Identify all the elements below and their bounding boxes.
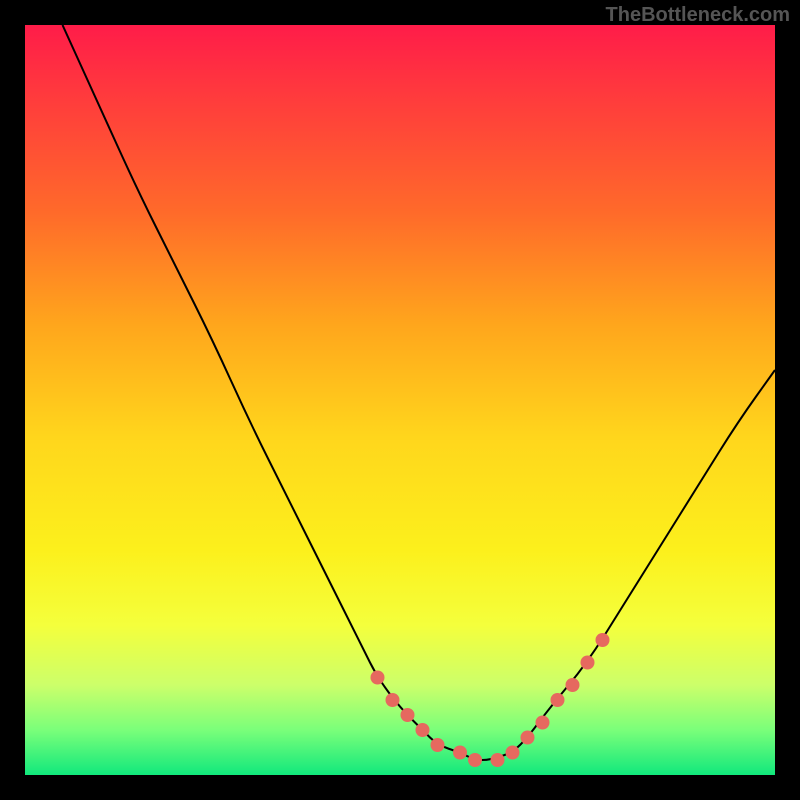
marker-dot — [386, 693, 400, 707]
marker-dot — [491, 753, 505, 767]
marker-dot — [596, 633, 610, 647]
attribution-text: TheBottleneck.com — [606, 4, 790, 27]
marker-dot — [468, 753, 482, 767]
marker-dot — [551, 693, 565, 707]
marker-dot — [521, 731, 535, 745]
chart-plot-area — [25, 25, 775, 775]
marker-dot — [416, 723, 430, 737]
marker-dot — [506, 746, 520, 760]
bottleneck-curve-path — [63, 25, 776, 760]
marker-dot — [401, 708, 415, 722]
marker-dot — [453, 746, 467, 760]
marker-dots-group — [371, 633, 610, 767]
marker-dot — [566, 678, 580, 692]
marker-dot — [581, 656, 595, 670]
marker-dot — [536, 716, 550, 730]
chart-svg — [25, 25, 775, 775]
marker-dot — [371, 671, 385, 685]
marker-dot — [431, 738, 445, 752]
